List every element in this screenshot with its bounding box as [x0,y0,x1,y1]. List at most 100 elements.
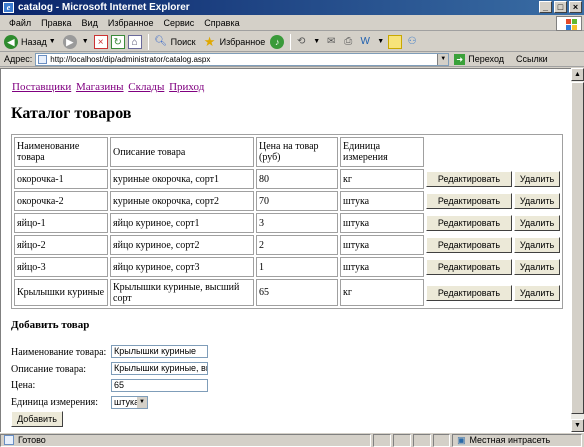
status-cell [392,433,411,447]
toolbar-separator [290,33,292,50]
maximize-button[interactable]: □ [554,1,567,13]
windows-logo-icon [556,16,582,31]
forward-button[interactable]: ▶ ▼ [61,33,91,51]
cell-edit: Редактировать [426,257,512,277]
cell-unit: кг [340,279,424,306]
cell-unit: штука [340,257,424,277]
home-icon[interactable]: ⌂ [127,34,142,49]
table-row: яйцо-3 яйцо куриное, сорт3 1 штука Редак… [14,257,560,277]
cell-unit: штука [340,191,424,211]
nav-stores-link[interactable]: Магазины [76,81,124,93]
cell-delete: Удалить [514,213,560,233]
favorites-label: Избранное [219,36,266,47]
table-row: окорочка-2 куриные окорочка, сорт2 70 шт… [14,191,560,211]
edit-button[interactable]: Редактировать [426,284,512,301]
back-dropdown-icon[interactable]: ▼ [49,38,56,45]
delete-button[interactable]: Удалить [514,193,560,209]
edit-button[interactable]: Редактировать [426,259,512,275]
address-dropdown-icon[interactable]: ▼ [437,53,449,65]
nav-warehouses-link[interactable]: Склады [128,81,164,93]
edit-dropdown-icon[interactable]: ▼ [377,38,384,45]
delete-button[interactable]: Удалить [514,215,560,231]
stop-icon[interactable]: × [93,34,108,49]
nav-receipts-link[interactable]: Приход [169,81,204,93]
delete-button[interactable]: Удалить [514,284,560,301]
cell-unit: кг [340,169,424,189]
status-text: Готово [18,435,46,445]
address-label: Адрес: [4,54,33,64]
cell-price: 70 [256,191,338,211]
toolbar: ◀ Назад ▼ ▶ ▼ × ↻ ⌂ 🔍︎ Поиск ★ Избранное… [0,32,584,52]
close-button[interactable]: × [569,1,582,13]
price-field[interactable]: 65 [111,379,208,392]
minimize-button[interactable]: _ [539,1,552,13]
address-input[interactable]: http://localhost/dip/administrator/catal… [35,52,450,66]
address-url: http://localhost/dip/administrator/catal… [50,54,211,64]
add-button[interactable]: Добавить [11,411,63,427]
cell-description: куриные окорочка, сорт1 [110,169,254,189]
edit-button[interactable]: Редактировать [426,215,512,231]
menu-file[interactable]: Файл [4,18,36,28]
cell-edit: Редактировать [426,235,512,255]
scroll-down-icon[interactable]: ▼ [571,419,584,432]
menu-favorites[interactable]: Избранное [103,18,159,28]
delete-button[interactable]: Удалить [514,259,560,275]
cell-description: Крылышки куриные, высший сорт [110,279,254,306]
unit-select[interactable]: штука ▼ [111,396,148,409]
back-arrow-icon: ◀ [4,34,18,49]
go-label: Переход [468,54,505,64]
refresh-icon[interactable]: ↻ [110,34,125,49]
scroll-thumb[interactable] [571,82,584,414]
page-title: Каталог товаров [11,105,132,122]
forward-dropdown-icon[interactable]: ▼ [82,38,89,45]
search-button[interactable]: 🔍︎ Поиск [152,33,198,51]
window-titlebar[interactable]: e catalog - Microsoft Internet Explorer … [0,0,584,15]
table-header-row: Наименование товара Описание товара Цена… [14,137,560,167]
cell-description: куриные окорочка, сорт2 [110,191,254,211]
page-content: Поставщики Магазины Склады Приход Катало… [0,68,571,432]
go-button[interactable]: ➜ Переход [454,53,505,65]
price-field-label: Цена: [11,380,36,391]
cell-delete: Удалить [514,169,560,189]
favorites-button[interactable]: ★ Избранное [201,33,268,51]
scroll-up-icon[interactable]: ▲ [571,68,584,81]
discuss-icon[interactable] [388,34,403,49]
mail-icon[interactable]: ✉ [324,35,338,49]
messenger-icon[interactable]: ⚇ [405,35,419,49]
menu-view[interactable]: Вид [77,18,103,28]
cell-edit: Редактировать [426,279,512,306]
vertical-scrollbar[interactable]: ▲ ▼ [571,68,584,432]
column-header-name: Наименование товара [14,137,108,167]
history-dropdown-icon[interactable]: ▼ [313,38,320,45]
print-icon[interactable]: ⎙ [341,35,355,49]
toolbar-separator [147,33,149,50]
address-bar: Адрес: http://localhost/dip/administrato… [0,52,584,67]
menu-tools[interactable]: Сервис [158,18,199,28]
media-icon[interactable]: ♪ [270,34,285,49]
delete-button[interactable]: Удалить [514,171,560,187]
links-button[interactable]: Ссылки [516,54,548,64]
cell-price: 2 [256,235,338,255]
window-title: catalog - Microsoft Internet Explorer [18,2,190,13]
column-header-price: Цена на товар (руб) [256,137,338,167]
back-label: Назад [21,36,47,47]
nav-suppliers-link[interactable]: Поставщики [12,81,71,93]
edit-icon[interactable]: W [358,35,372,49]
edit-button[interactable]: Редактировать [426,237,512,253]
back-button[interactable]: ◀ Назад ▼ [2,33,58,51]
name-field-label: Наименование товара: [11,347,107,358]
menu-edit[interactable]: Правка [36,18,76,28]
name-field[interactable]: Крылышки куриные [111,345,208,358]
description-field[interactable]: Крылышки куриные, высш [111,362,208,375]
edit-button[interactable]: Редактировать [426,171,512,187]
cell-unit: штука [340,235,424,255]
table-row: окорочка-1 куриные окорочка, сорт1 80 кг… [14,169,560,189]
zone-cell: ▣ Местная интрасеть [452,433,582,447]
menu-help[interactable]: Справка [199,18,244,28]
delete-button[interactable]: Удалить [514,237,560,253]
edit-button[interactable]: Редактировать [426,193,512,209]
page-done-icon [4,435,14,445]
history-icon[interactable]: ⟲ [294,35,308,49]
cell-name: окорочка-2 [14,191,108,211]
column-header-edit [426,137,512,167]
